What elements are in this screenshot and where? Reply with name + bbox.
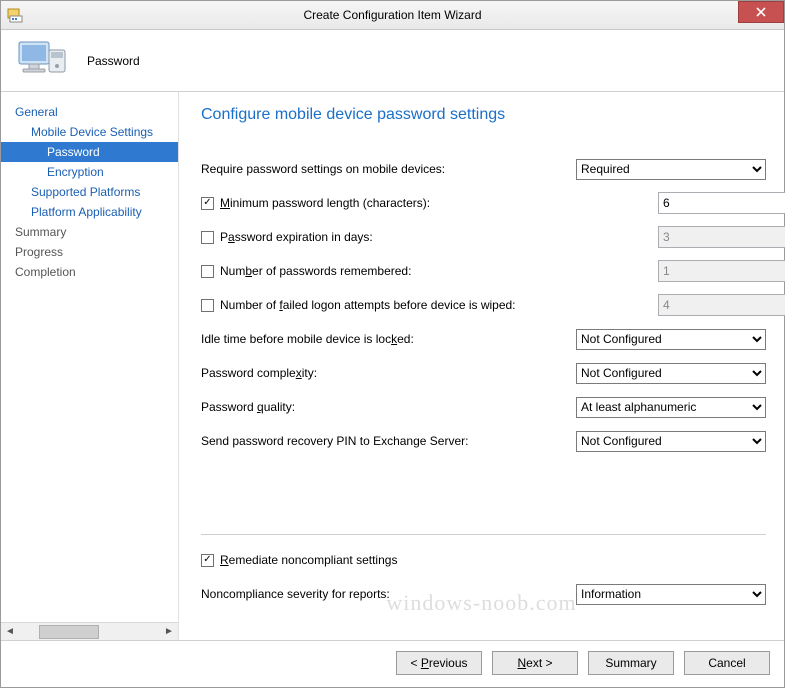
row-expire: Password expiration in days: ▲▼ <box>201 226 766 248</box>
page-title: Configure mobile device password setting… <box>201 106 766 124</box>
sidebar-scrollbar[interactable]: ◄ ► <box>1 622 178 640</box>
scroll-right-arrow[interactable]: ► <box>160 623 178 640</box>
select-recovery[interactable]: Not Configured <box>576 431 766 452</box>
spinner-failed: ▲▼ <box>658 294 766 316</box>
input-minlen[interactable] <box>658 192 785 214</box>
spinner-expire: ▲▼ <box>658 226 766 248</box>
sidebar-item-encryption[interactable]: Encryption <box>1 162 178 182</box>
row-minlen: ✓ Minimum password length (characters): … <box>201 192 766 214</box>
input-remembered <box>658 260 785 282</box>
label-require: Require password settings on mobile devi… <box>201 162 445 176</box>
select-quality[interactable]: At least alphanumeric <box>576 397 766 418</box>
row-complexity: Password complexity: Not Configured <box>201 362 766 384</box>
row-remembered: Number of passwords remembered: ▲▼ <box>201 260 766 282</box>
body: General Mobile Device Settings Password … <box>1 92 784 640</box>
header-band: Password <box>1 30 784 92</box>
label-idle: Idle time before mobile device is locked… <box>201 332 414 346</box>
app-icon <box>7 7 23 23</box>
window-title: Create Configuration Item Wizard <box>1 8 784 22</box>
input-failed <box>658 294 785 316</box>
row-require: Require password settings on mobile devi… <box>201 158 766 180</box>
label-remembered: Number of passwords remembered: <box>220 264 411 278</box>
main-panel: Configure mobile device password setting… <box>179 92 784 640</box>
scroll-left-arrow[interactable]: ◄ <box>1 623 19 640</box>
sidebar-item-general[interactable]: General <box>1 102 178 122</box>
computer-icon <box>15 40 69 82</box>
label-failed: Number of failed logon attempts before d… <box>220 298 516 312</box>
checkbox-minlen[interactable]: ✓ <box>201 197 214 210</box>
select-complexity[interactable]: Not Configured <box>576 363 766 384</box>
row-idle: Idle time before mobile device is locked… <box>201 328 766 350</box>
label-recovery: Send password recovery PIN to Exchange S… <box>201 434 468 448</box>
sidebar: General Mobile Device Settings Password … <box>1 92 179 640</box>
label-expire: Password expiration in days: <box>220 230 373 244</box>
sidebar-item-password[interactable]: Password <box>1 142 178 162</box>
sidebar-item-supported-platforms[interactable]: Supported Platforms <box>1 182 178 202</box>
page-heading: Password <box>87 54 140 68</box>
sidebar-item-mobile-device-settings[interactable]: Mobile Device Settings <box>1 122 178 142</box>
spinner-remembered: ▲▼ <box>658 260 766 282</box>
sidebar-item-platform-applicability[interactable]: Platform Applicability <box>1 202 178 222</box>
label-complexity: Password complexity: <box>201 366 317 380</box>
sidebar-item-summary[interactable]: Summary <box>1 222 178 242</box>
previous-button[interactable]: < Previous <box>396 651 482 675</box>
scroll-track[interactable] <box>19 623 160 640</box>
select-idle[interactable]: Not Configured <box>576 329 766 350</box>
label-quality: Password quality: <box>201 400 295 414</box>
close-icon <box>756 7 766 17</box>
wizard-window: Create Configuration Item Wizard Passwor… <box>0 0 785 688</box>
next-button[interactable]: Next > <box>492 651 578 675</box>
label-severity: Noncompliance severity for reports: <box>201 587 390 601</box>
checkbox-expire[interactable] <box>201 231 214 244</box>
titlebar: Create Configuration Item Wizard <box>1 1 784 30</box>
checkbox-failed[interactable] <box>201 299 214 312</box>
section-divider <box>201 534 766 535</box>
checkbox-remediate[interactable]: ✓ <box>201 554 214 567</box>
row-recovery: Send password recovery PIN to Exchange S… <box>201 430 766 452</box>
row-quality: Password quality: At least alphanumeric <box>201 396 766 418</box>
sidebar-item-completion[interactable]: Completion <box>1 262 178 282</box>
input-expire <box>658 226 785 248</box>
checkbox-remembered[interactable] <box>201 265 214 278</box>
sidebar-item-progress[interactable]: Progress <box>1 242 178 262</box>
spinner-minlen[interactable]: ▲▼ <box>658 192 766 214</box>
label-minlen: Minimum password length (characters): <box>220 196 430 210</box>
close-button[interactable] <box>738 1 784 23</box>
cancel-button[interactable]: Cancel <box>684 651 770 675</box>
label-remediate: Remediate noncompliant settings <box>220 553 397 567</box>
row-failed: Number of failed logon attempts before d… <box>201 294 766 316</box>
summary-button[interactable]: Summary <box>588 651 674 675</box>
select-require[interactable]: Required <box>576 159 766 180</box>
scroll-thumb[interactable] <box>39 625 99 639</box>
row-severity: Noncompliance severity for reports: Info… <box>201 583 766 605</box>
button-bar: < Previous Next > Summary Cancel <box>1 640 784 687</box>
row-remediate: ✓ Remediate noncompliant settings <box>201 549 766 571</box>
select-severity[interactable]: Information <box>576 584 766 605</box>
